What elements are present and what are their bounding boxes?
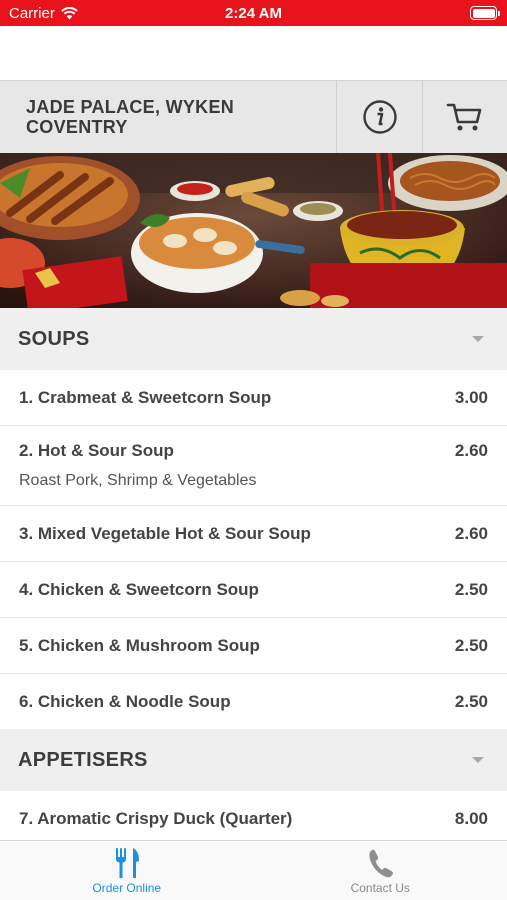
menu-item-name: 7. Aromatic Crispy Duck (Quarter)	[19, 808, 293, 828]
chevron-down-icon	[472, 336, 484, 342]
fork-knife-icon	[115, 848, 139, 878]
menu-item[interactable]: 4. Chicken & Sweetcorn Soup 2.50	[0, 562, 507, 618]
info-button[interactable]	[336, 81, 422, 153]
menu-item[interactable]: 2. Hot & Sour Soup 2.60 Roast Pork, Shri…	[0, 426, 507, 506]
menu-item[interactable]: 1. Crabmeat & Sweetcorn Soup 3.00	[0, 370, 507, 426]
bottom-tab-bar: Order Online Contact Us	[0, 840, 507, 900]
menu-item-name: 4. Chicken & Sweetcorn Soup	[19, 579, 259, 599]
menu-item-price: 2.50	[454, 691, 488, 711]
restaurant-name: JADE PALACE, WYKEN	[26, 97, 235, 117]
status-bar: Carrier 2:24 AM	[0, 0, 507, 26]
menu-item-price: 2.50	[454, 579, 488, 599]
menu-item-name: 6. Chicken & Noodle Soup	[19, 691, 231, 711]
food-banner-image	[0, 153, 507, 308]
cart-button[interactable]	[422, 81, 507, 153]
menu-item-name: 3. Mixed Vegetable Hot & Sour Soup	[19, 523, 311, 543]
section-header-appetisers[interactable]: APPETISERS	[0, 729, 507, 791]
menu-item-name: 2. Hot & Sour Soup	[19, 441, 174, 460]
section-title: APPETISERS	[18, 748, 148, 771]
tab-order-online[interactable]: Order Online	[0, 841, 254, 900]
tab-label: Order Online	[92, 881, 162, 895]
menu-item[interactable]: 3. Mixed Vegetable Hot & Sour Soup 2.60	[0, 506, 507, 562]
menu-item[interactable]: 6. Chicken & Noodle Soup 2.50	[0, 674, 507, 729]
menu-item-description: Roast Pork, Shrimp & Vegetables	[19, 472, 257, 489]
menu-item-price: 2.50	[454, 635, 488, 655]
phone-icon	[369, 849, 394, 878]
cart-icon	[446, 103, 482, 131]
section-title: SOUPS	[18, 327, 90, 350]
clock: 2:24 AM	[225, 5, 282, 22]
menu-item-price: 8.00	[454, 808, 488, 828]
nav-bar-spacer	[0, 26, 507, 80]
info-icon	[362, 100, 397, 134]
restaurant-header: JADE PALACE, WYKEN COVENTRY	[0, 80, 507, 153]
battery-icon	[470, 6, 500, 20]
restaurant-city: COVENTRY	[26, 117, 128, 137]
chevron-down-icon	[472, 757, 484, 763]
restaurant-title: JADE PALACE, WYKEN COVENTRY	[0, 81, 336, 153]
menu-item-name: 5. Chicken & Mushroom Soup	[19, 635, 260, 655]
menu-item-price: 2.60	[454, 441, 488, 460]
menu-item[interactable]: 5. Chicken & Mushroom Soup 2.50	[0, 618, 507, 674]
tab-label: Contact Us	[350, 881, 410, 895]
menu-item-name: 1. Crabmeat & Sweetcorn Soup	[19, 387, 272, 407]
tab-contact-us[interactable]: Contact Us	[254, 841, 507, 900]
menu-item[interactable]: 7. Aromatic Crispy Duck (Quarter) 8.00	[0, 791, 507, 847]
section-header-soups[interactable]: SOUPS	[0, 308, 507, 370]
menu-item-price: 3.00	[454, 387, 488, 407]
menu-list: SOUPS 1. Crabmeat & Sweetcorn Soup 3.00 …	[0, 308, 507, 847]
menu-item-price: 2.60	[454, 523, 488, 543]
